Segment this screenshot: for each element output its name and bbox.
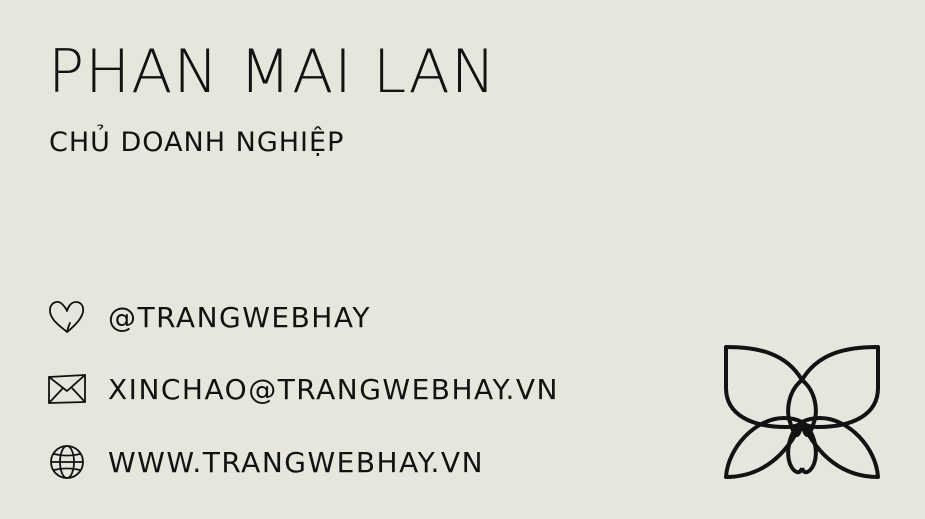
person-name: PHAN MAI LAN [48,37,497,107]
email-address: XINCHAO@TRANGWEBHAY.VN [108,372,559,406]
globe-icon [46,442,90,482]
heart-icon [46,297,90,337]
butterfly-logo-icon [724,345,880,479]
envelope-icon [46,369,90,409]
contact-row-email: XINCHAO@TRANGWEBHAY.VN [46,369,559,409]
contact-row-social: @TRANGWEBHAY [46,297,371,337]
job-title: CHỦ DOANH NGHIỆP [49,127,345,158]
social-handle: @TRANGWEBHAY [108,300,371,334]
website-url: WWW.TRANGWEBHAY.VN [108,445,485,479]
contact-row-website: WWW.TRANGWEBHAY.VN [46,442,484,482]
